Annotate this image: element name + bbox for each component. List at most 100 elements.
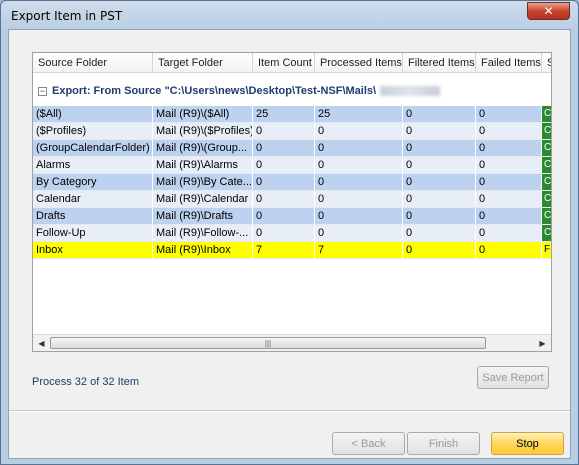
table-row[interactable]: Follow-Up Mail (R9)\Follow-... 0 0 0 0 C — [33, 225, 551, 242]
processed-items-cell: 25 — [315, 106, 403, 122]
target-folder-cell: Mail (R9)\Follow-... — [153, 225, 253, 241]
column-header-target-folder[interactable]: Target Folder — [153, 53, 253, 73]
source-folder-cell: Calendar — [33, 191, 153, 207]
failed-items-cell: 0 — [476, 225, 542, 241]
filtered-items-cell: 0 — [403, 174, 476, 190]
processed-items-cell: 0 — [315, 174, 403, 190]
failed-items-cell: 0 — [476, 140, 542, 156]
item-count-cell: 25 — [253, 106, 315, 122]
processed-items-cell: 0 — [315, 225, 403, 241]
table-row[interactable]: ($All) Mail (R9)\($All) 25 25 0 0 C — [33, 106, 551, 123]
table-row[interactable]: Inbox Mail (R9)\Inbox 7 7 0 0 F — [33, 242, 551, 259]
status-cell: C — [542, 208, 551, 224]
filtered-items-cell: 0 — [403, 140, 476, 156]
source-folder-cell: ($All) — [33, 106, 153, 122]
filtered-items-cell: 0 — [403, 157, 476, 173]
processed-items-cell: 0 — [315, 140, 403, 156]
horizontal-scrollbar[interactable]: ◀ ||| ▶ — [33, 334, 551, 351]
table-row[interactable]: (GroupCalendarFolder) Mail (R9)\(Group...… — [33, 140, 551, 157]
filtered-items-cell: 0 — [403, 106, 476, 122]
column-header-failed-items[interactable]: Failed Items — [476, 53, 542, 73]
filtered-items-cell: 0 — [403, 191, 476, 207]
target-folder-cell: Mail (R9)\By Cate... — [153, 174, 253, 190]
processed-items-cell: 0 — [315, 157, 403, 173]
group-row-export-source[interactable]: − Export: From Source "C:\Users\news\Des… — [33, 83, 551, 99]
scrollbar-thumb[interactable]: ||| — [50, 337, 486, 349]
failed-items-cell: 0 — [476, 208, 542, 224]
divider — [9, 410, 570, 412]
table-row[interactable]: By Category Mail (R9)\By Cate... 0 0 0 0 C — [33, 174, 551, 191]
table-row[interactable]: ($Profiles) Mail (R9)\($Profiles) 0 0 0 0 C — [33, 123, 551, 140]
target-folder-cell: Mail (R9)\($Profiles) — [153, 123, 253, 139]
status-cell: C — [542, 140, 551, 156]
status-cell: C — [542, 225, 551, 241]
item-count-cell: 0 — [253, 123, 315, 139]
item-count-cell: 0 — [253, 191, 315, 207]
column-header-filtered-items[interactable]: Filtered Items — [403, 53, 476, 73]
processed-items-cell: 0 — [315, 191, 403, 207]
stop-button[interactable]: Stop — [491, 432, 564, 455]
scroll-right-icon[interactable]: ▶ — [534, 335, 551, 351]
table-row[interactable]: Calendar Mail (R9)\Calendar 0 0 0 0 C — [33, 191, 551, 208]
item-count-cell: 7 — [253, 242, 315, 258]
finish-button[interactable]: Finish — [407, 432, 480, 455]
failed-items-cell: 0 — [476, 242, 542, 258]
item-count-cell: 0 — [253, 225, 315, 241]
status-cell: F — [542, 242, 551, 258]
column-header-status[interactable]: St — [542, 53, 551, 73]
item-count-cell: 0 — [253, 174, 315, 190]
failed-items-cell: 0 — [476, 174, 542, 190]
group-label: Export: From Source "C:\Users\news\Deskt… — [52, 85, 377, 97]
processed-items-cell: 7 — [315, 242, 403, 258]
item-count-cell: 0 — [253, 140, 315, 156]
status-cell: C — [542, 123, 551, 139]
collapse-icon[interactable]: − — [38, 86, 47, 96]
failed-items-cell: 0 — [476, 191, 542, 207]
source-folder-cell: ($Profiles) — [33, 123, 153, 139]
redacted-path — [380, 86, 441, 96]
status-cell: C — [542, 174, 551, 190]
target-folder-cell: Mail (R9)\($All) — [153, 106, 253, 122]
status-cell: C — [542, 191, 551, 207]
status-cell: C — [542, 157, 551, 173]
export-results-grid: Source Folder Target Folder Item Count P… — [32, 52, 552, 352]
column-header-item-count[interactable]: Item Count — [253, 53, 315, 73]
column-header-source-folder[interactable]: Source Folder — [33, 53, 153, 73]
table-row[interactable]: Drafts Mail (R9)\Drafts 0 0 0 0 C — [33, 208, 551, 225]
column-header-processed-items[interactable]: Processed Items — [315, 53, 403, 73]
target-folder-cell: Mail (R9)\Drafts — [153, 208, 253, 224]
progress-status-text: Process 32 of 32 Item — [32, 376, 139, 388]
close-icon[interactable]: ✕ — [527, 2, 570, 20]
source-folder-cell: Alarms — [33, 157, 153, 173]
scrollbar-grip-icon: ||| — [264, 338, 272, 348]
title-bar: Export Item in PST ✕ — [1, 1, 578, 29]
export-dialog-window: Export Item in PST ✕ Source Folder Targe… — [0, 0, 579, 465]
item-count-cell: 0 — [253, 208, 315, 224]
processed-items-cell: 0 — [315, 208, 403, 224]
target-folder-cell: Mail (R9)\Inbox — [153, 242, 253, 258]
source-folder-cell: (GroupCalendarFolder) — [33, 140, 153, 156]
window-title: Export Item in PST — [11, 9, 123, 23]
source-folder-cell: Follow-Up — [33, 225, 153, 241]
item-count-cell: 0 — [253, 157, 315, 173]
status-cell: C — [542, 106, 551, 122]
scroll-left-icon[interactable]: ◀ — [33, 335, 50, 351]
processed-items-cell: 0 — [315, 123, 403, 139]
filtered-items-cell: 0 — [403, 123, 476, 139]
grid-rows: ($All) Mail (R9)\($All) 25 25 0 0 C ($Profiles)… — [33, 106, 551, 259]
target-folder-cell: Mail (R9)\Alarms — [153, 157, 253, 173]
filtered-items-cell: 0 — [403, 208, 476, 224]
source-folder-cell: Drafts — [33, 208, 153, 224]
failed-items-cell: 0 — [476, 157, 542, 173]
failed-items-cell: 0 — [476, 106, 542, 122]
filtered-items-cell: 0 — [403, 242, 476, 258]
target-folder-cell: Mail (R9)\(Group... — [153, 140, 253, 156]
back-button[interactable]: < Back — [332, 432, 405, 455]
source-folder-cell: By Category — [33, 174, 153, 190]
failed-items-cell: 0 — [476, 123, 542, 139]
table-row[interactable]: Alarms Mail (R9)\Alarms 0 0 0 0 C — [33, 157, 551, 174]
dialog-client-area: Source Folder Target Folder Item Count P… — [8, 29, 571, 459]
grid-header: Source Folder Target Folder Item Count P… — [33, 53, 551, 73]
save-report-button[interactable]: Save Report — [477, 366, 549, 389]
source-folder-cell: Inbox — [33, 242, 153, 258]
